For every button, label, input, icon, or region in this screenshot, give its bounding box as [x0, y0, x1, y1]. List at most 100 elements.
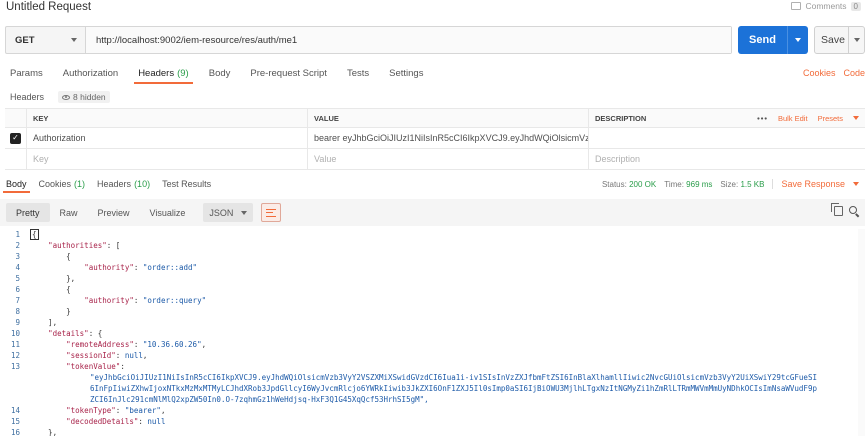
code-line: 12 "sessionId": null,: [0, 350, 858, 361]
size-label: Size:: [720, 179, 739, 189]
header-key-cell[interactable]: Authorization: [27, 128, 308, 148]
tab-headers[interactable]: Headers (9): [128, 62, 199, 84]
save-button[interactable]: Save: [815, 27, 849, 53]
code-text: "authority": "order::query": [30, 295, 206, 306]
tab-body[interactable]: Body: [199, 62, 241, 84]
code-link[interactable]: Code: [843, 68, 865, 78]
row-checkbox[interactable]: ✓: [10, 132, 21, 144]
line-number: 14: [10, 406, 20, 415]
value-input[interactable]: Value: [308, 149, 589, 169]
code-line: "eyJhbGciOiJIUzI1NiIsInR5cCI6IkpXVCJ9.ey…: [0, 372, 858, 405]
header-description-cell[interactable]: [589, 128, 865, 148]
tab-pre-request-script[interactable]: Pre-request Script: [240, 62, 337, 84]
comments-button[interactable]: Comments 0: [791, 0, 861, 12]
code-text: {: [30, 284, 71, 295]
copy-icon[interactable]: [831, 203, 843, 216]
code-token: ],: [30, 318, 58, 327]
search-icon[interactable]: [849, 206, 859, 216]
code-token: "tokenValue": [66, 362, 121, 371]
tab-authorization[interactable]: Authorization: [53, 62, 128, 84]
format-select[interactable]: JSON: [203, 203, 254, 222]
tab-response-body[interactable]: Body: [0, 175, 33, 193]
wrap-lines-button[interactable]: [261, 203, 282, 222]
comment-icon: [791, 2, 802, 10]
table-row-empty: Key Value Description: [5, 149, 865, 170]
code-text: }: [30, 306, 71, 317]
status-value: 200 OK: [629, 179, 657, 189]
tab-visualize[interactable]: Visualize: [140, 203, 196, 222]
line-number: 3: [15, 252, 20, 261]
more-icon[interactable]: •••: [757, 114, 768, 123]
code-text: "authorities": [: [30, 240, 120, 251]
header-value-cell[interactable]: bearer eyJhbGciOiJIUzI1NiIsInR5cCI6IkpXV…: [308, 128, 589, 148]
tab-params[interactable]: Params: [0, 62, 53, 84]
code-token: :: [120, 362, 125, 371]
tab-pretty[interactable]: Pretty: [6, 203, 50, 222]
description-input[interactable]: Description: [589, 149, 865, 169]
code-token: :: [115, 406, 125, 415]
chevron-down-icon: [71, 38, 77, 42]
request-title[interactable]: Untitled Request: [6, 1, 91, 13]
save-response-dropdown[interactable]: Save Response: [781, 179, 845, 189]
line-number: 2: [15, 241, 20, 250]
code-text: "details": {: [30, 328, 102, 339]
tab-raw[interactable]: Raw: [50, 203, 88, 222]
line-number: 9: [15, 318, 20, 327]
code-token: "authority": [84, 263, 134, 272]
tab-settings[interactable]: Settings: [379, 62, 433, 84]
url-input[interactable]: http://localhost:9002/iem-resource/res/a…: [86, 27, 731, 53]
size-info[interactable]: Size: 1.5 KB: [720, 180, 764, 189]
line-number: 15: [10, 417, 20, 426]
line-number: 12: [10, 351, 20, 360]
status-info[interactable]: Status: 200 OK: [602, 180, 656, 189]
line-number: 1: [15, 230, 20, 239]
tab-label: Authorization: [62, 67, 119, 79]
row-check-cell: [5, 149, 27, 169]
send-options-button[interactable]: [788, 26, 808, 54]
code-text: "eyJhbGciOiJIUzI1NiIsInR5cCI6IkpXVCJ9.ey…: [90, 373, 817, 404]
code-token: ,: [160, 406, 166, 415]
code-line: 13 "tokenValue":: [0, 361, 858, 372]
code-token: },: [30, 428, 58, 436]
code-token: :: [133, 296, 143, 305]
divider: [772, 179, 774, 189]
editor-scrollbar[interactable]: [858, 229, 865, 436]
time-value: 969 ms: [686, 179, 713, 189]
key-input[interactable]: Key: [27, 149, 308, 169]
send-button[interactable]: Send: [738, 26, 788, 54]
chevron-down-icon: [795, 38, 801, 42]
time-info[interactable]: Time: 969 ms: [664, 180, 712, 189]
tab-test-results[interactable]: Test Results: [156, 175, 217, 193]
presets-dropdown[interactable]: Presets: [818, 114, 843, 123]
request-url-bar: GET http://localhost:9002/iem-resource/r…: [5, 26, 732, 54]
headers-table: KEY VALUE DESCRIPTION ••• Bulk Edit Pres…: [5, 108, 865, 170]
tab-response-cookies[interactable]: Cookies (1): [33, 175, 92, 193]
tab-tests[interactable]: Tests: [337, 62, 379, 84]
comments-label: Comments: [805, 1, 847, 11]
request-links: Cookies Code: [803, 62, 865, 84]
tab-preview[interactable]: Preview: [88, 203, 140, 222]
tab-label: Test Results: [162, 179, 212, 189]
code-token: : [: [106, 241, 121, 250]
cookies-link[interactable]: Cookies: [803, 68, 836, 78]
chevron-down-icon: [853, 38, 860, 42]
code-line: 5 },: [0, 273, 858, 284]
hidden-headers-toggle[interactable]: 8 hidden: [58, 91, 110, 103]
code-token: "order::add": [142, 263, 198, 272]
save-options-button[interactable]: [849, 27, 864, 53]
response-body-editor[interactable]: 1{2 "authorities": [3 {4 "authority": "o…: [0, 229, 858, 436]
bulk-edit-link[interactable]: Bulk Edit: [778, 114, 808, 123]
method-select[interactable]: GET: [6, 27, 86, 53]
code-token: :: [115, 351, 125, 360]
tab-label: Headers: [97, 179, 132, 189]
tab-response-headers[interactable]: Headers (10): [91, 175, 156, 193]
tab-label: Settings: [389, 67, 424, 79]
time-label: Time:: [664, 179, 684, 189]
code-text: "sessionId": null,: [30, 350, 147, 361]
send-button-group: Send: [738, 26, 808, 54]
request-tabs: Params Authorization Headers (9) Body Pre…: [0, 62, 433, 84]
